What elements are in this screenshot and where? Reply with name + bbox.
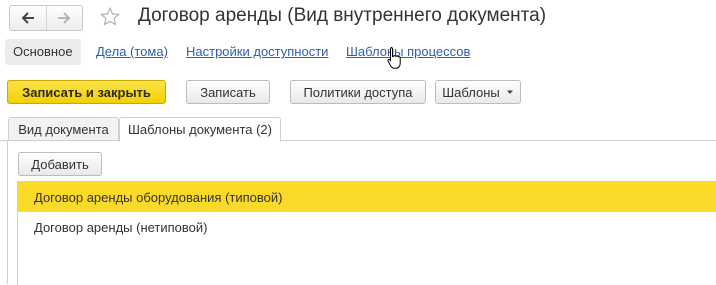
section-link-process-templates[interactable]: Шаблоны процессов (346, 39, 470, 65)
templates-dropdown-button[interactable]: Шаблоны (435, 80, 521, 104)
list-item[interactable]: Договор аренды оборудования (типовой) (18, 182, 716, 212)
favorite-button[interactable] (97, 4, 123, 30)
arrow-right-icon (58, 12, 71, 24)
forward-button[interactable] (45, 6, 83, 30)
section-main[interactable]: Основное (5, 39, 81, 65)
tab-document-templates[interactable]: Шаблоны документа (2) (119, 117, 281, 142)
access-policies-button[interactable]: Политики доступа (290, 80, 426, 104)
add-button[interactable]: Добавить (18, 152, 102, 176)
templates-list: Договор аренды оборудования (типовой) До… (17, 181, 716, 285)
chevron-down-icon (506, 90, 513, 94)
save-button[interactable]: Записать (186, 80, 270, 104)
panel-border (7, 141, 8, 284)
back-button[interactable] (10, 6, 46, 30)
page-title: Договор аренды (Вид внутреннего документ… (138, 5, 547, 26)
section-link-availability-settings[interactable]: Настройки доступности (186, 39, 328, 65)
templates-label: Шаблоны (442, 84, 500, 100)
star-icon (99, 6, 121, 26)
save-and-close-button[interactable]: Записать и закрыть (7, 80, 166, 104)
nav-buttons (9, 5, 83, 31)
arrow-left-icon (21, 12, 34, 24)
list-item[interactable]: Договор аренды (нетиповой) (18, 212, 716, 242)
tab-document-kind[interactable]: Вид документа (8, 117, 119, 141)
section-link-cases[interactable]: Дела (тома) (96, 39, 168, 65)
hand-cursor-icon (387, 47, 401, 69)
